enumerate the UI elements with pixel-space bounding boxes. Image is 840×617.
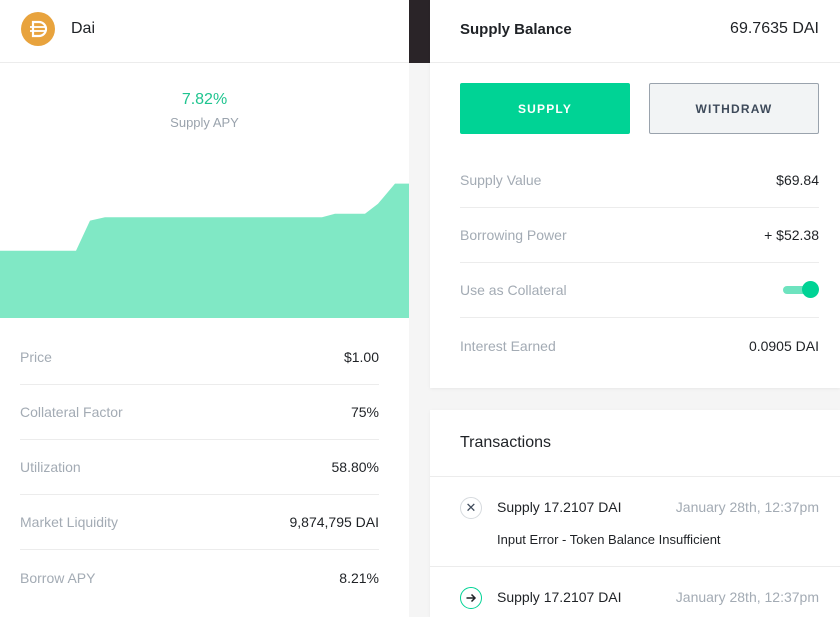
token-header: Dai [0, 0, 409, 63]
stat-row-utilization: Utilization 58.80% [20, 440, 379, 495]
stat-row-collateral-factor: Collateral Factor 75% [20, 385, 379, 440]
supply-balance-title: Supply Balance [460, 21, 572, 38]
stat-label: Collateral Factor [20, 404, 123, 420]
supply-card-header: Supply Balance 69.7635 DAI [430, 0, 840, 63]
close-icon: ✕ [460, 497, 482, 519]
stat-label: Utilization [20, 459, 81, 475]
stat-value: 9,874,795 DAI [289, 514, 379, 530]
transaction-description: Supply 17.2107 DAI [497, 589, 622, 605]
transaction-item[interactable]: ✕ Supply 17.2107 DAI January 28th, 12:37… [430, 477, 840, 567]
transaction-item[interactable]: Supply 17.2107 DAI January 28th, 12:37pm [430, 567, 840, 617]
transaction-description: Supply 17.2107 DAI [497, 499, 622, 515]
transaction-date: January 28th, 12:37pm [675, 499, 819, 515]
stat-label: Market Liquidity [20, 514, 119, 530]
dai-icon [21, 12, 55, 46]
supply-card: Supply Balance 69.7635 DAI SUPPLY WITHDR… [430, 0, 840, 388]
market-panel: Dai 7.82% Supply APY Price $1.00 Collate… [0, 0, 409, 617]
row-supply-value: Supply Value $69.84 [460, 153, 819, 208]
withdraw-button[interactable]: WITHDRAW [649, 83, 819, 134]
supply-button[interactable]: SUPPLY [460, 83, 630, 134]
collateral-toggle[interactable] [783, 281, 819, 299]
transaction-date: January 28th, 12:37pm [675, 589, 819, 605]
stat-row-borrow-apy: Borrow APY 8.21% [20, 550, 379, 605]
row-label: Borrowing Power [460, 227, 567, 243]
stat-value: 75% [350, 404, 379, 420]
row-value: 0.0905 DAI [748, 337, 819, 354]
stat-label: Borrow APY [20, 569, 96, 586]
stat-value: $1.00 [343, 349, 379, 365]
supply-apy-value: 7.82% [181, 91, 228, 108]
row-value: + $52.38 [764, 227, 819, 243]
transactions-title: Transactions [460, 434, 551, 451]
stat-row-price: Price $1.00 [20, 330, 379, 385]
supply-balance-value: 69.7635 DAI [730, 20, 819, 37]
stat-label: Price [20, 349, 52, 365]
row-borrowing-power: Borrowing Power + $52.38 [460, 208, 819, 263]
transactions-header: Transactions [430, 410, 840, 477]
row-use-as-collateral: Use as Collateral [460, 263, 819, 318]
toggle-knob [802, 281, 819, 298]
apy-area-series [0, 183, 409, 318]
arrow-right-icon [460, 587, 482, 609]
supply-details-list: Supply Value $69.84 Borrowing Power + $5… [460, 153, 819, 373]
market-stats-list: Price $1.00 Collateral Factor 75% Utiliz… [20, 330, 379, 605]
row-label: Interest Earned [460, 337, 556, 354]
stat-value: 8.21% [339, 569, 379, 586]
row-label: Supply Value [460, 172, 542, 188]
stat-value: 58.80% [331, 459, 379, 475]
transactions-card: Transactions ✕ Supply 17.2107 DAI Januar… [430, 410, 840, 617]
header-gutter [409, 0, 430, 63]
column-gutter [409, 0, 430, 617]
supply-apy-chart [0, 183, 409, 318]
stat-row-market-liquidity: Market Liquidity 9,874,795 DAI [20, 495, 379, 550]
row-label: Use as Collateral [460, 282, 567, 298]
token-name: Dai [71, 20, 96, 37]
supply-apy-label: Supply APY [170, 115, 239, 130]
row-value: $69.84 [776, 172, 819, 188]
transaction-error: Input Error - Token Balance Insufficient [497, 532, 721, 547]
row-interest-earned: Interest Earned 0.0905 DAI [460, 318, 819, 373]
